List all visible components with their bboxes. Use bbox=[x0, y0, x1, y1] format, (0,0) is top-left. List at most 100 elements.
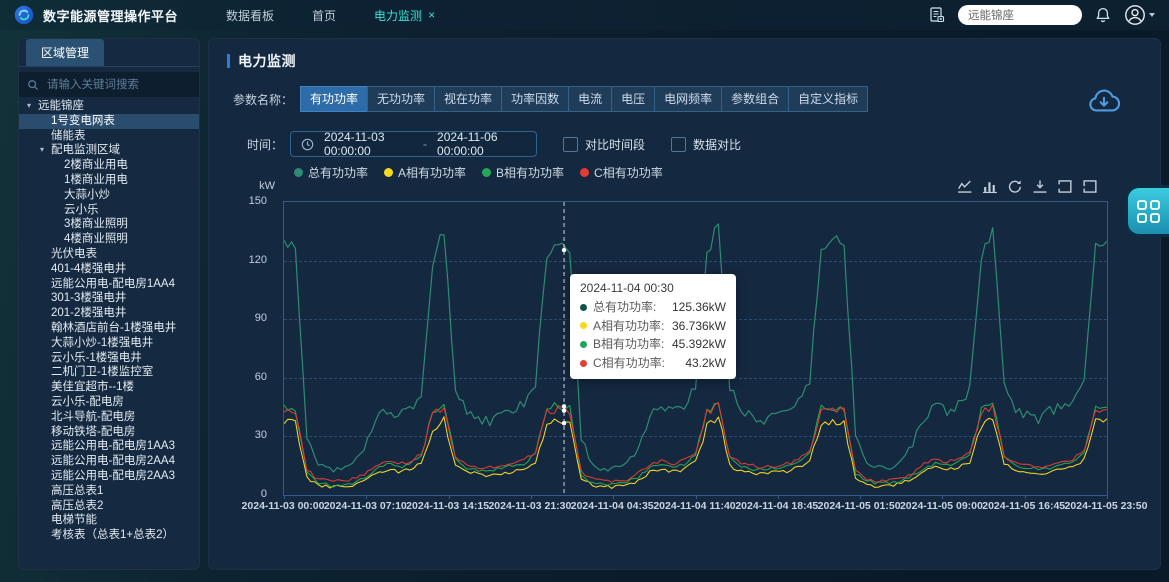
tree-item[interactable]: 3楼商业照明 bbox=[19, 217, 199, 232]
tree-item[interactable]: 401-4楼强电井 bbox=[19, 262, 199, 277]
y-axis-tick-label: 60 bbox=[209, 371, 275, 383]
bell-icon[interactable] bbox=[1094, 6, 1112, 24]
save-image-icon[interactable] bbox=[1032, 179, 1048, 194]
param-button[interactable]: 无功功率 bbox=[367, 86, 435, 112]
switch-bar-chart-icon[interactable] bbox=[982, 179, 998, 194]
zoom-reset-icon[interactable] bbox=[1082, 179, 1098, 194]
nav-tab-1[interactable]: 数据看板 bbox=[226, 7, 274, 24]
legend-item[interactable]: B相有功功率 bbox=[482, 164, 564, 181]
param-button[interactable]: 有功功率 bbox=[300, 86, 368, 112]
tree-caret-icon[interactable]: ▾ bbox=[27, 99, 38, 114]
tree-item[interactable]: 移动铁塔-配电房 bbox=[19, 425, 199, 440]
tooltip-series-dot bbox=[580, 304, 587, 311]
data-zoom-icon[interactable] bbox=[1057, 179, 1073, 194]
tree-item[interactable]: 2楼商业用电 bbox=[19, 158, 199, 173]
tree-item[interactable]: 翰林酒店前台-1楼强电井 bbox=[19, 321, 199, 336]
param-button[interactable]: 功率因数 bbox=[501, 86, 569, 112]
tree-item[interactable]: 云小乐-配电房 bbox=[19, 395, 199, 410]
param-button[interactable]: 视在功率 bbox=[434, 86, 502, 112]
report-export-icon[interactable] bbox=[928, 6, 946, 24]
cloud-download-icon[interactable] bbox=[1086, 87, 1122, 117]
tab-close-icon[interactable]: × bbox=[428, 9, 435, 21]
tree-item[interactable]: 远能公用电-配电房2AA3 bbox=[19, 469, 199, 484]
time-range-picker[interactable]: 2024-11-03 00:00:00 - 2024-11-06 00:00:0… bbox=[290, 131, 537, 157]
y-axis-tick-label: 30 bbox=[209, 429, 275, 441]
tree-item-label: 光伏电表 bbox=[51, 247, 97, 262]
tree-item[interactable]: 高压总表2 bbox=[19, 499, 199, 514]
legend-item[interactable]: A相有功功率 bbox=[384, 164, 466, 181]
tree-item[interactable]: ▾远能锦座 bbox=[19, 99, 199, 114]
time-row: 时间： 2024-11-03 00:00:00 - 2024-11-06 00:… bbox=[247, 131, 741, 157]
tree-caret-icon[interactable]: ▾ bbox=[40, 143, 51, 158]
site-search-input[interactable] bbox=[958, 5, 1082, 25]
tree-item-label: 云小乐-配电房 bbox=[51, 395, 124, 410]
param-button[interactable]: 电网频率 bbox=[654, 86, 722, 112]
chart-plot-area[interactable]: 2024-11-04 00:30 总有功功率:125.36kWA相有功功率:36… bbox=[283, 201, 1108, 496]
nav-tab-label: 电力监测 bbox=[374, 7, 422, 24]
param-button[interactable]: 电流 bbox=[568, 86, 612, 112]
tree-item[interactable]: 301-3楼强电井 bbox=[19, 291, 199, 306]
sidebar-tab-bar: 区域管理 bbox=[19, 39, 199, 67]
data-compare-label: 数据对比 bbox=[693, 136, 741, 153]
legend-dot-icon bbox=[384, 168, 393, 177]
tree-item[interactable]: 储能表 bbox=[19, 129, 199, 144]
parameter-row: 参数名称： 有功功率无功功率视在功率功率因数电流电压电网频率参数组合自定义指标 bbox=[233, 86, 868, 112]
parameter-buttons: 有功功率无功功率视在功率功率因数电流电压电网频率参数组合自定义指标 bbox=[301, 86, 868, 112]
tree-item[interactable]: 远能公用电-配电房2AA4 bbox=[19, 454, 199, 469]
tree-item[interactable]: 美佳宜超市--1楼 bbox=[19, 380, 199, 395]
legend-label: 总有功功率 bbox=[308, 164, 368, 181]
tree-item[interactable]: 光伏电表 bbox=[19, 247, 199, 262]
tree-item-label: 301-3楼强电井 bbox=[51, 291, 126, 306]
legend-dot-icon bbox=[580, 168, 589, 177]
tree-item[interactable]: 1楼商业用电 bbox=[19, 173, 199, 188]
switch-line-chart-icon[interactable] bbox=[957, 179, 973, 194]
tree-item-label: 大蒜小炒-1楼强电井 bbox=[51, 336, 153, 351]
region-tree: ▾远能锦座1号变电网表储能表▾配电监测区域2楼商业用电1楼商业用电大蒜小炒云小乐… bbox=[19, 99, 199, 565]
tooltip-series-label: 总有功功率: bbox=[593, 298, 656, 317]
x-axis-tick bbox=[778, 495, 779, 499]
tree-item-label: 储能表 bbox=[51, 129, 86, 144]
tree-item-label: 1号变电网表 bbox=[51, 114, 115, 129]
sidebar-search-input[interactable] bbox=[45, 78, 200, 92]
tree-item[interactable]: 二机门卫-1楼监控室 bbox=[19, 365, 199, 380]
user-avatar[interactable] bbox=[1124, 4, 1155, 26]
tree-item[interactable]: 云小乐-1楼强电井 bbox=[19, 351, 199, 366]
tree-item-label: 远能锦座 bbox=[38, 99, 84, 114]
tooltip-series-label: B相有功功率: bbox=[593, 335, 664, 354]
tree-item[interactable]: 远能公用电-配电房1AA4 bbox=[19, 277, 199, 292]
nav-tab-label: 数据看板 bbox=[226, 7, 274, 24]
legend-label: A相有功功率 bbox=[398, 164, 466, 181]
tree-item[interactable]: 201-2楼强电井 bbox=[19, 306, 199, 321]
param-button[interactable]: 电压 bbox=[611, 86, 655, 112]
tree-item[interactable]: 远能公用电-配电房1AA3 bbox=[19, 439, 199, 454]
tree-item[interactable]: 大蒜小炒-1楼强电井 bbox=[19, 336, 199, 351]
tree-item[interactable]: 考核表（总表1+总表2） bbox=[19, 528, 199, 543]
tree-item[interactable]: 1号变电网表 bbox=[19, 114, 199, 129]
tree-item-label: 1楼商业用电 bbox=[64, 173, 128, 188]
nav-tab-3[interactable]: 电力监测 × bbox=[374, 7, 435, 24]
compare-period-checkbox[interactable]: 对比时间段 bbox=[563, 136, 645, 153]
floating-apps-button[interactable] bbox=[1125, 185, 1169, 237]
param-button[interactable]: 参数组合 bbox=[721, 86, 789, 112]
tree-item[interactable]: 云小乐 bbox=[19, 203, 199, 218]
param-button[interactable]: 自定义指标 bbox=[788, 86, 868, 112]
tree-item[interactable]: 北斗导航-配电房 bbox=[19, 410, 199, 425]
tree-item[interactable]: 高压总表1 bbox=[19, 484, 199, 499]
legend-item[interactable]: 总有功功率 bbox=[294, 164, 368, 181]
tree-item-label: 云小乐 bbox=[64, 203, 99, 218]
restore-icon[interactable] bbox=[1007, 179, 1023, 194]
tree-item-label: 云小乐-1楼强电井 bbox=[51, 351, 142, 366]
nav-tab-2[interactable]: 首页 bbox=[312, 7, 336, 24]
tree-item[interactable]: 4楼商业照明 bbox=[19, 232, 199, 247]
tree-item-label: 远能公用电-配电房1AA4 bbox=[51, 277, 175, 292]
tab-region-management[interactable]: 区域管理 bbox=[26, 39, 104, 66]
tree-item[interactable]: ▾配电监测区域 bbox=[19, 143, 199, 158]
x-axis-tick bbox=[942, 495, 943, 499]
legend-item[interactable]: C相有功功率 bbox=[580, 164, 663, 181]
data-compare-checkbox[interactable]: 数据对比 bbox=[671, 136, 741, 153]
tree-item[interactable]: 大蒜小炒 bbox=[19, 188, 199, 203]
tooltip-series-dot bbox=[580, 341, 587, 348]
tree-item-label: 远能公用电-配电房1AA3 bbox=[51, 439, 175, 454]
x-axis-tick bbox=[1107, 495, 1108, 499]
tree-item[interactable]: 电梯节能 bbox=[19, 513, 199, 528]
